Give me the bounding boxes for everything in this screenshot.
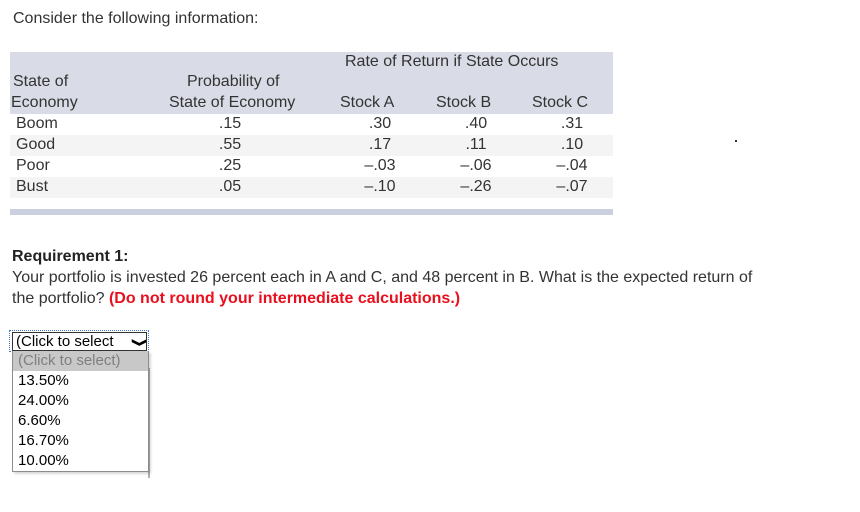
table-row: Bust .05 –.10 –.26 –.07 xyxy=(10,177,613,198)
cell-state: Boom xyxy=(16,115,58,132)
table-header: Rate of Return if State Occurs State of … xyxy=(10,52,613,114)
table-row: Boom .15 .30 .40 .31 xyxy=(10,114,613,135)
header-state-line2: Economy xyxy=(11,94,78,111)
cell-probability: .55 xyxy=(218,136,242,153)
dropdown-option[interactable]: 16.70% xyxy=(13,431,148,451)
cell-stock-b: .40 xyxy=(464,115,488,132)
cell-state: Poor xyxy=(16,157,50,174)
cell-probability: .25 xyxy=(218,157,242,174)
cell-stock-a: –.10 xyxy=(364,178,396,195)
requirement-title: Requirement 1: xyxy=(12,248,129,265)
table-footer-bar xyxy=(10,209,613,215)
cell-stock-c: .10 xyxy=(560,136,584,153)
answer-dropdown-list[interactable]: (Click to select) 13.50% 24.00% 6.60% 16… xyxy=(12,351,149,472)
chevron-down-icon: ❯ xyxy=(131,337,147,348)
cell-state: Good xyxy=(16,136,56,153)
header-prob-line2: State of Economy xyxy=(169,94,296,111)
cell-probability: .15 xyxy=(218,115,242,132)
intro-text: Consider the following information: xyxy=(13,10,259,27)
header-stock-a: Stock A xyxy=(340,94,395,111)
cell-stock-a: .17 xyxy=(368,136,392,153)
requirement-note: (Do not round your intermediate calculat… xyxy=(108,290,461,307)
dropdown-option[interactable]: 10.00% xyxy=(13,451,148,471)
cell-state: Bust xyxy=(16,178,49,195)
dropdown-option[interactable]: 24.00% xyxy=(13,391,148,411)
dropdown-option[interactable]: 13.50% xyxy=(13,371,148,391)
cell-probability: .05 xyxy=(218,178,242,195)
cell-stock-c: .31 xyxy=(560,115,584,132)
header-prob-line1: Probability of xyxy=(187,73,280,90)
cell-stock-b: .11 xyxy=(465,136,487,153)
returns-table: Rate of Return if State Occurs State of … xyxy=(10,52,613,215)
group-header-rate-of-return: Rate of Return if State Occurs xyxy=(345,53,559,70)
stray-dot xyxy=(735,140,737,142)
dropdown-option[interactable]: (Click to select) xyxy=(13,351,148,371)
table-row: Poor .25 –.03 –.06 –.04 xyxy=(10,156,613,177)
cell-stock-b: –.26 xyxy=(460,178,492,195)
cell-stock-c: –.04 xyxy=(556,157,588,174)
cell-stock-b: –.06 xyxy=(460,157,492,174)
requirement-block: Requirement 1: Your portfolio is investe… xyxy=(12,246,772,309)
cell-stock-a: .30 xyxy=(368,115,392,132)
answer-select-value: (Click to select xyxy=(16,333,114,350)
dropdown-option[interactable]: 6.60% xyxy=(13,411,148,431)
requirement-question: Your portfolio is invested 26 percent ea… xyxy=(12,267,772,309)
cell-stock-c: –.07 xyxy=(556,178,588,195)
header-state-line1: State of xyxy=(13,73,69,90)
header-stock-c: Stock C xyxy=(532,94,589,111)
table-row: Good .55 .17 .11 .10 xyxy=(10,135,613,156)
answer-select[interactable]: (Click to select ❯ xyxy=(12,332,147,351)
header-stock-b: Stock B xyxy=(436,94,492,111)
cell-stock-a: –.03 xyxy=(364,157,396,174)
